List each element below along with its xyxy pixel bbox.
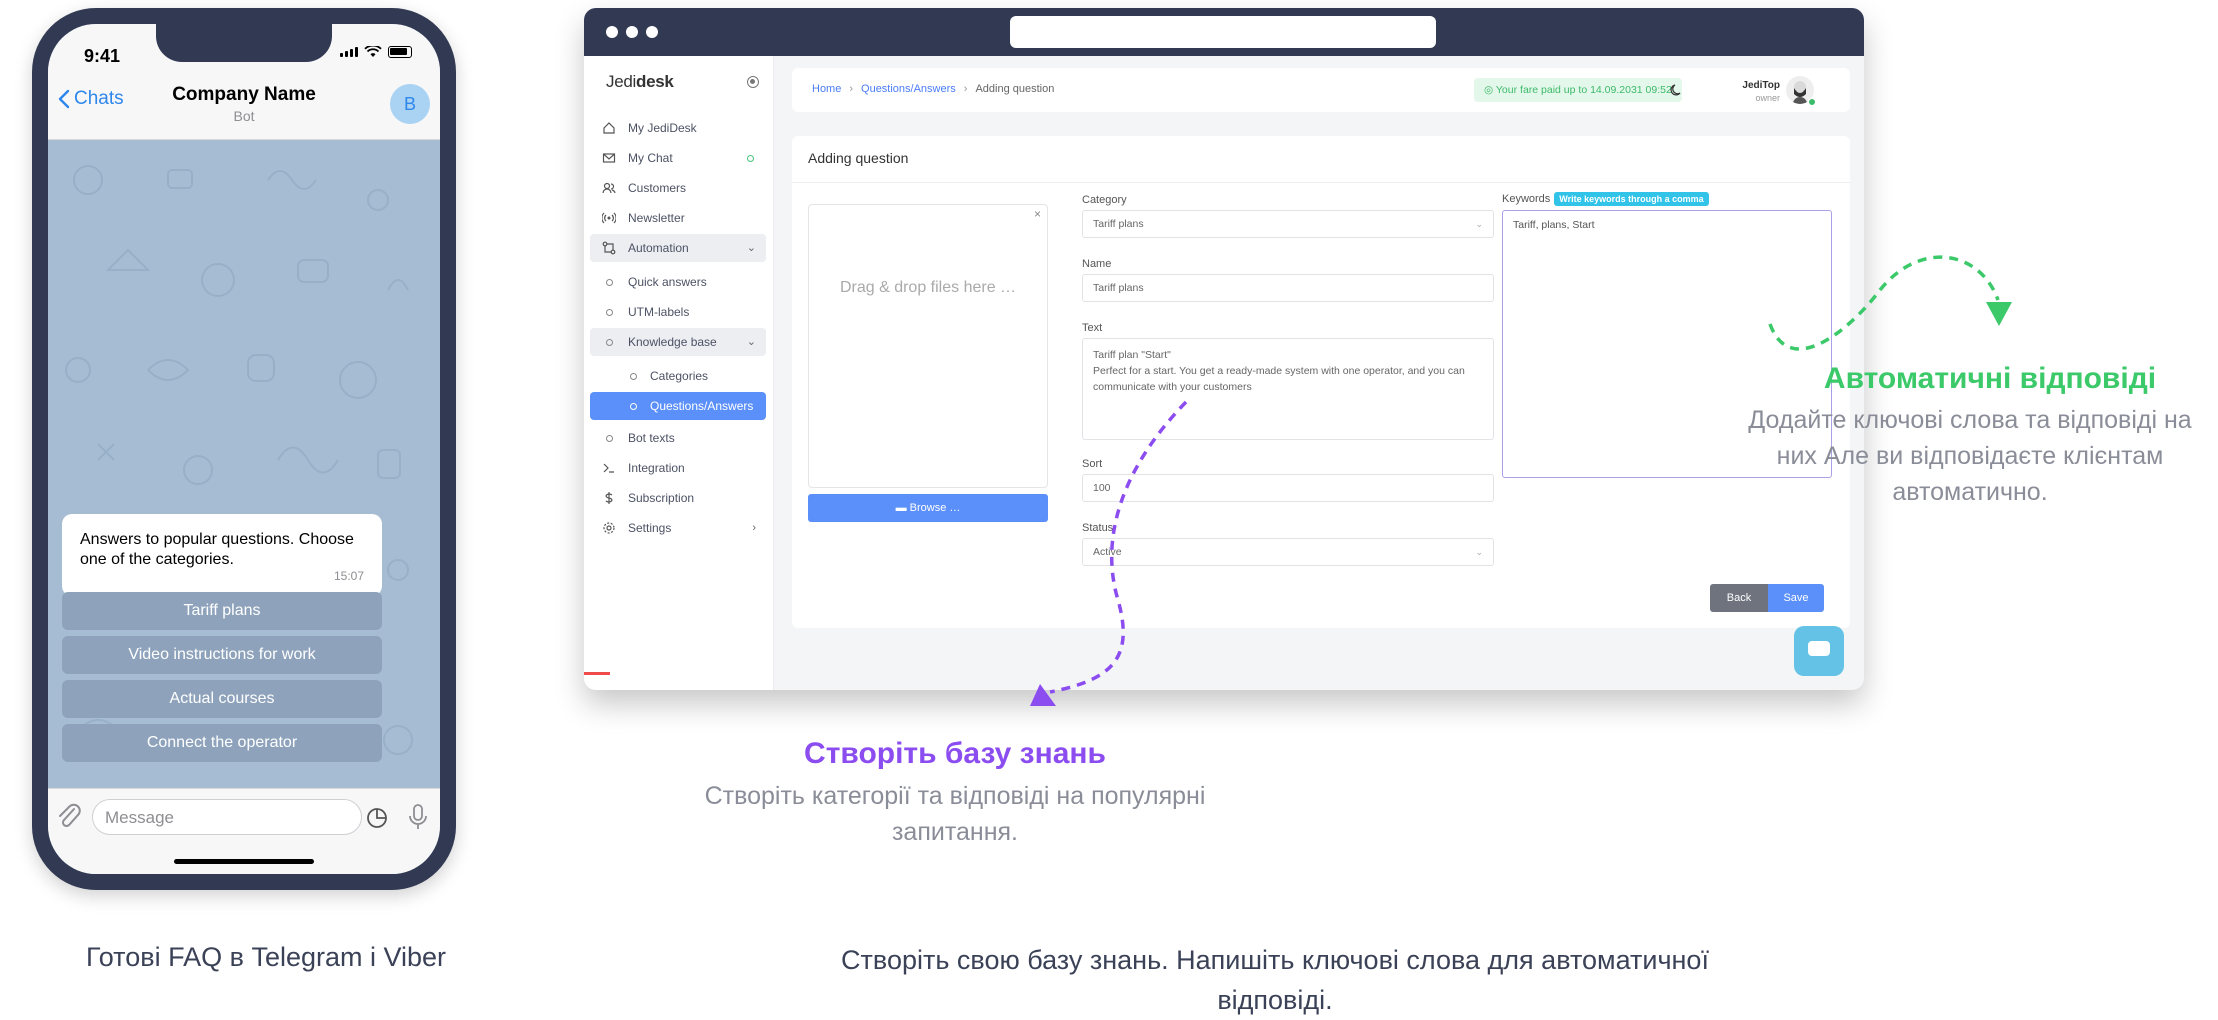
annotation-knowledge-base-text: Створіть категорії та відповіді на попул…	[704, 782, 1206, 846]
caption-right: Створіть свою базу знань. Напишіть ключо…	[841, 945, 1709, 1015]
annotation-auto-replies-text: Додайте ключові слова та відповіді на ни…	[1748, 406, 2192, 506]
annotation-auto-replies-title: Автоматичні відповіді	[1823, 362, 2157, 395]
purple-arrow	[1049, 400, 1188, 694]
purple-arrowhead	[1030, 684, 1056, 706]
green-arrow	[1768, 255, 2000, 351]
green-arrowhead	[1986, 302, 2012, 326]
annotation-arrows	[1030, 255, 2012, 706]
annotation-knowledge-base-title: Створіть базу знань	[804, 737, 1106, 770]
